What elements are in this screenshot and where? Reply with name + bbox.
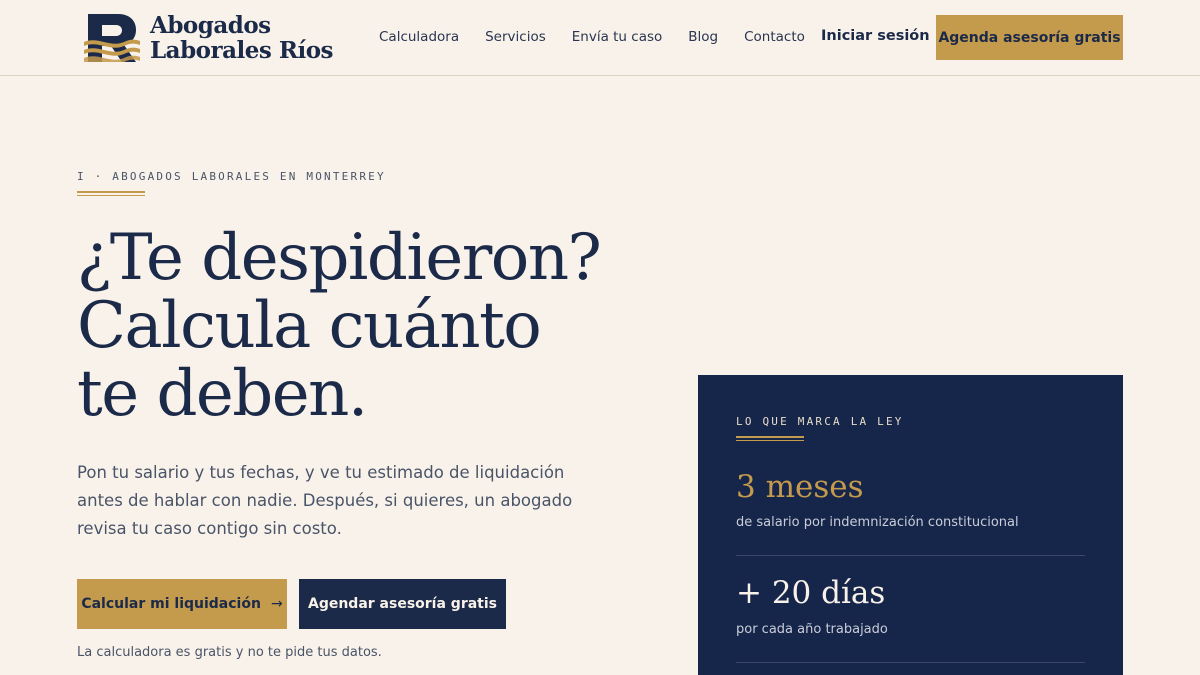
nav-item-contacto[interactable]: Contacto <box>744 29 805 45</box>
headline-line-1: ¿Te despidieron? <box>77 221 602 295</box>
card-eyebrow: LO QUE MARCA LA LEY <box>736 415 904 428</box>
calculator-note: La calculadora es gratis y no te pide tu… <box>77 645 382 660</box>
hero-eyebrow: I · ABOGADOS LABORALES EN MONTERREY <box>77 170 386 183</box>
calculate-settlement-button[interactable]: Calcular mi liquidación → <box>77 579 287 629</box>
schedule-free-consultation-button[interactable]: Agendar asesoría gratis <box>299 579 506 629</box>
brand-name-line2: Laborales Ríos <box>150 37 334 64</box>
stat-divider <box>736 555 1085 556</box>
nav-item-servicios[interactable]: Servicios <box>485 29 546 45</box>
nav-item-blog[interactable]: Blog <box>688 29 718 45</box>
stat-divider <box>736 662 1085 663</box>
law-info-card: LO QUE MARCA LA LEY 3 meses de salario p… <box>698 375 1123 675</box>
hero-lead: Pon tu salario y tus fechas, y ve tu est… <box>77 463 573 538</box>
login-link[interactable]: Iniciar sesión <box>821 28 930 44</box>
card-eyebrow-divider <box>736 436 804 441</box>
brand-logo[interactable]: Abogados Laborales Ríos <box>84 12 334 64</box>
brand-name-line1: Abogados <box>150 12 271 39</box>
site-header: Abogados Laborales Ríos Calculadora Serv… <box>0 0 1200 76</box>
stat-value-days-per-year: + 20 días <box>736 575 886 611</box>
headline-line-2: Calcula cuánto <box>77 289 542 363</box>
brand-name: Abogados Laborales Ríos <box>150 12 334 64</box>
hero-headline: ¿Te despidieron? Calcula cuánto te deben… <box>77 224 637 428</box>
calculate-settlement-label: Calcular mi liquidación <box>81 596 261 612</box>
schedule-consultation-button[interactable]: Agenda asesoría gratis <box>936 15 1123 60</box>
nav-item-calculadora[interactable]: Calculadora <box>379 29 459 45</box>
logo-r-icon <box>84 14 140 62</box>
stat-value-indemnization: 3 meses <box>736 469 864 505</box>
main-nav: Calculadora Servicios Envía tu caso Blog… <box>379 29 831 45</box>
arrow-right-icon: → <box>270 596 283 612</box>
nav-item-envia-tu-caso[interactable]: Envía tu caso <box>572 29 663 45</box>
headline-line-3: te deben. <box>77 357 368 431</box>
stat-label-indemnization: de salario por indemnización constitucio… <box>736 515 1019 530</box>
stat-label-days-per-year: por cada año trabajado <box>736 622 888 637</box>
eyebrow-divider <box>77 191 145 196</box>
